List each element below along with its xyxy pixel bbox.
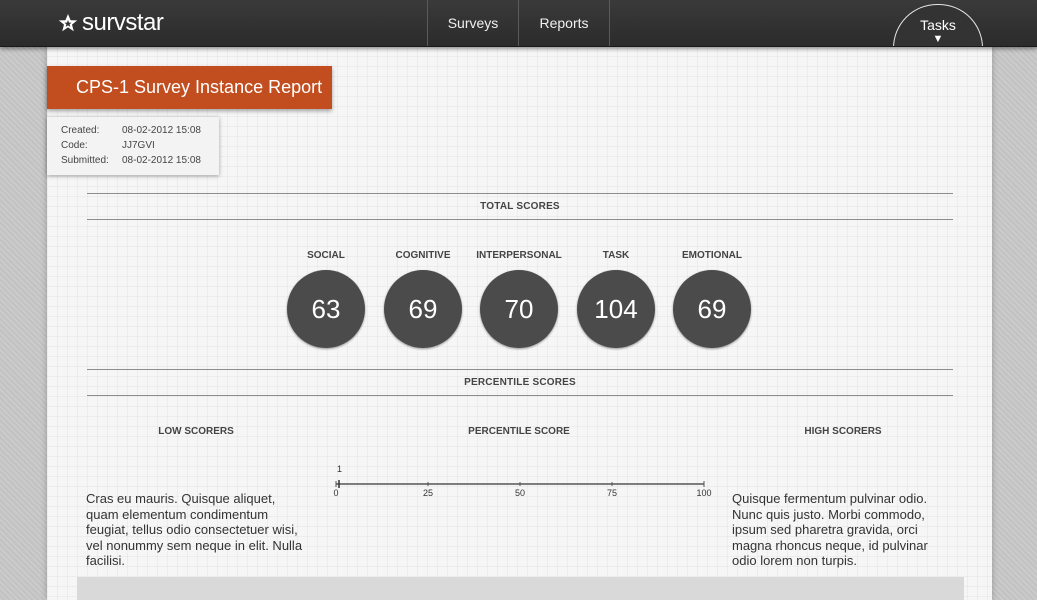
low-scorers-text: Cras eu mauris. Quisque aliquet, quam el… [86, 491, 303, 568]
divider [87, 395, 953, 396]
high-scorers-text: Quisque fermentum pulvinar odio. Nunc qu… [732, 491, 928, 568]
meta-key: Created: [61, 125, 100, 136]
total-scores-heading: TOTAL SCORES [480, 201, 560, 212]
score-circle-emotional: 69 [673, 270, 751, 348]
tasks-tab-container: Tasks ▼ [890, 0, 986, 46]
tasks-label: Tasks [920, 17, 956, 33]
meta-key: Submitted: [61, 155, 109, 166]
nav-surveys[interactable]: Surveys [427, 0, 518, 46]
percentile-axis: 1 0 25 50 75 100 [333, 464, 711, 498]
axis-tick-label: 25 [423, 488, 433, 498]
meta-value: 08-02-2012 15:08 [122, 155, 201, 166]
brand-name: survstar [82, 9, 164, 36]
divider [87, 369, 953, 370]
next-section-strip [77, 577, 964, 600]
brand-logo[interactable]: survstar [58, 9, 164, 37]
axis-tick-label: 75 [607, 488, 617, 498]
high-scorers-heading: HIGH SCORERS [804, 426, 882, 437]
meta-value: 08-02-2012 15:08 [122, 125, 201, 136]
score-circle-task: 104 [577, 270, 655, 348]
meta-created: Created: 08-02-2012 15:08 [61, 125, 221, 140]
tasks-button[interactable]: Tasks ▼ [893, 4, 983, 46]
caret-down-icon: ▼ [932, 33, 944, 45]
axis-tick-label: 50 [515, 488, 525, 498]
axis-tick-label: 0 [333, 488, 338, 498]
meta-key: Code: [61, 140, 88, 151]
meta-value: JJ7GVI [122, 140, 155, 151]
percentile-marker-label: 1 [337, 464, 342, 474]
nav-reports[interactable]: Reports [518, 0, 610, 46]
meta-code: Code: JJ7GVI [61, 140, 221, 155]
top-navbar: survstar Surveys Reports [0, 0, 1037, 47]
star-icon [58, 14, 78, 32]
score-circle-social: 63 [287, 270, 365, 348]
percentile-scores-heading: PERCENTILE SCORES [464, 377, 576, 388]
low-scorers-heading: LOW SCORERS [158, 426, 234, 437]
divider [87, 193, 953, 194]
meta-submitted: Submitted: 08-02-2012 15:08 [61, 155, 221, 170]
percentile-score-heading: PERCENTILE SCORE [468, 426, 570, 437]
report-title: CPS-1 Survey Instance Report [47, 66, 332, 109]
score-circle-cognitive: 69 [384, 270, 462, 348]
divider [87, 219, 953, 220]
score-circle-interpersonal: 70 [480, 270, 558, 348]
report-meta-card: Created: 08-02-2012 15:08 Code: JJ7GVI S… [47, 117, 219, 175]
score-label-emotional: EMOTIONAL [682, 250, 742, 261]
axis-tick-label: 100 [696, 488, 711, 498]
